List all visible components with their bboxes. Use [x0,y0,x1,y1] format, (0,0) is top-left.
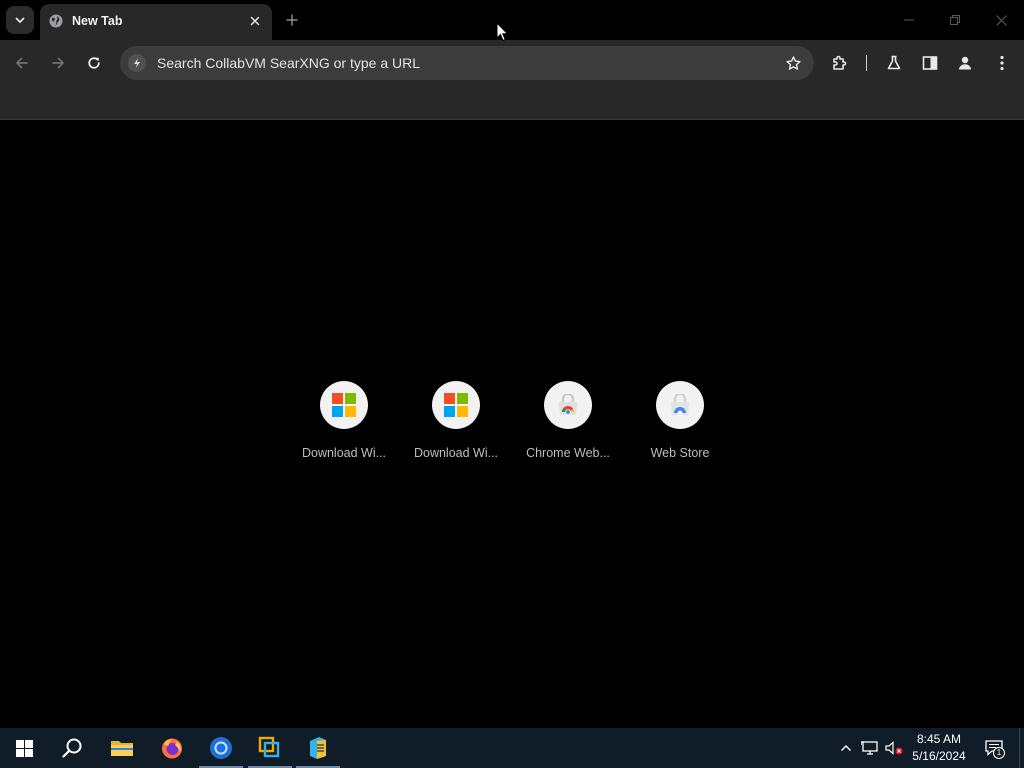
screen: New Tab Search CollabVM SearXNG or type … [0,0,1024,768]
close-window-button[interactable] [978,0,1024,40]
toolbar-separator [866,55,867,71]
search-button[interactable] [48,728,96,768]
globe-icon [49,14,63,28]
profile-button[interactable] [951,49,979,77]
menu-button[interactable] [988,49,1016,77]
shortcut-tile[interactable]: Web Store [624,373,736,473]
address-bar-placeholder: Search CollabVM SearXNG or type a URL [157,55,420,71]
chevron-up-icon [841,745,851,751]
restore-icon [950,15,960,25]
bookmarks-bar [0,86,1024,120]
network-icon [861,741,878,755]
shortcut-tile[interactable]: Chrome Web... [512,373,624,473]
shortcut-tile[interactable]: Download Wi... [400,373,512,473]
volume-muted-icon [885,741,903,755]
new-tab-button[interactable] [280,8,304,32]
notification-count-badge: 1 [993,747,1005,759]
side-panel-button[interactable] [916,49,944,77]
tab-new-tab[interactable]: New Tab [40,4,272,40]
bookmark-star-button[interactable] [784,54,802,72]
network-button[interactable] [860,738,880,758]
clock-date: 5/16/2024 [912,749,966,763]
clock-time: 8:45 AM [916,732,962,746]
search-engine-icon [128,54,146,72]
flask-icon [887,55,901,70]
shortcut-label: Chrome Web... [526,446,610,460]
system-clock[interactable]: 8:45 AM 5/16/2024 [906,731,972,765]
shortcut-label: Download Wi... [413,446,499,460]
action-center-button[interactable]: 1 [982,736,1006,760]
microsoft-logo-icon [432,381,480,429]
minimize-icon [904,19,914,21]
close-icon [250,16,260,26]
file-explorer-icon [111,741,133,756]
profile-icon [959,56,971,70]
tab-title: New Tab [72,14,123,28]
close-icon [995,14,1007,26]
reload-icon [88,57,100,69]
arrow-right-icon [52,57,64,69]
toolbar: Search CollabVM SearXNG or type a URL [0,40,1024,86]
chrome-web-store-icon [656,381,704,429]
puzzle-icon [833,55,847,70]
more-vertical-icon [1000,55,1004,71]
restore-button[interactable] [932,0,978,40]
shortcut-label: Download Wi... [301,446,387,460]
labs-button[interactable] [880,49,908,77]
minimize-button[interactable] [886,0,932,40]
close-tab-button[interactable] [246,12,264,30]
plus-icon [286,14,298,26]
file-explorer-button[interactable] [98,728,146,768]
app-icon [310,737,326,759]
search-icon [62,738,82,758]
start-icon [15,739,33,757]
reload-button[interactable] [80,49,108,77]
firefox-icon [162,738,182,759]
new-tab-page: Download Wi... Download Wi... Chrome Web… [0,121,1024,728]
mouse-cursor-icon [496,22,508,42]
chrome-button[interactable] [197,728,245,768]
firefox-button[interactable] [148,728,196,768]
vmware-button[interactable] [246,728,294,768]
shortcut-label: Web Store [650,446,710,460]
microsoft-logo-icon [320,381,368,429]
chevron-down-icon [15,17,25,24]
star-icon [785,55,801,70]
vmware-icon [258,736,280,758]
show-desktop-button[interactable] [1019,728,1020,768]
start-button[interactable] [0,728,48,768]
tab-search-button[interactable] [6,6,34,34]
tab-strip: New Tab [0,0,1024,40]
side-panel-icon [922,56,938,70]
arrow-left-icon [16,57,28,69]
extensions-button[interactable] [826,49,854,77]
shortcut-tile[interactable]: Download Wi... [288,373,400,473]
show-hidden-icons-button[interactable] [836,738,856,758]
back-button[interactable] [8,49,36,77]
chrome-web-store-icon [544,381,592,429]
taskbar: 8:45 AM 5/16/2024 1 [0,728,1024,768]
volume-button[interactable] [884,738,904,758]
address-bar[interactable]: Search CollabVM SearXNG or type a URL [120,46,814,80]
pinned-app-button[interactable] [294,728,342,768]
forward-button[interactable] [44,49,72,77]
chrome-icon [210,737,232,759]
